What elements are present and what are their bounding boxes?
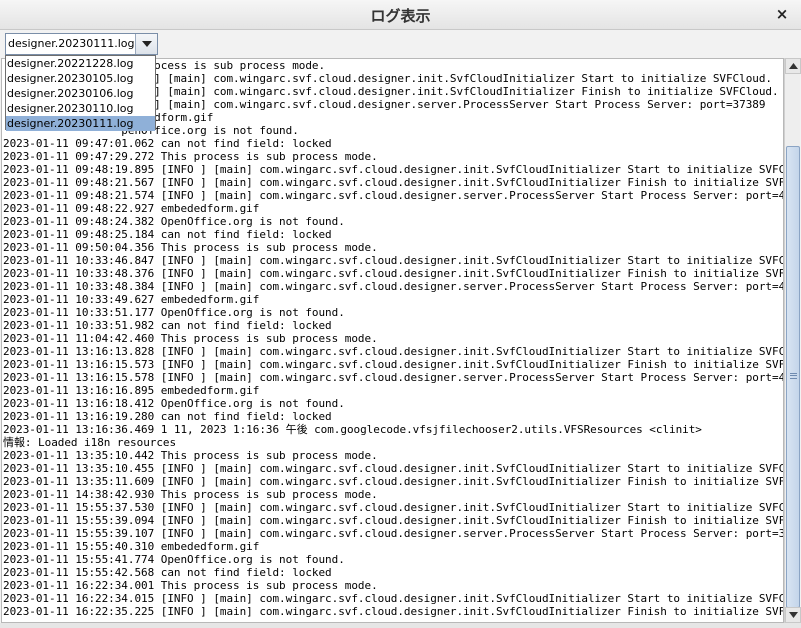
log-line: 2023-01-11 15:55:39.094 [INFO ] [main] c… xyxy=(3,514,784,527)
log-line: 2023-01-11 09:48:21.567 [INFO ] [main] c… xyxy=(3,176,784,189)
log-line: 2023-01-11 13:16:36.469 1 11, 2023 1:16:… xyxy=(3,423,702,436)
close-icon[interactable]: × xyxy=(773,4,791,24)
log-file-option[interactable]: designer.20230105.log xyxy=(6,71,155,86)
vertical-scrollbar[interactable] xyxy=(784,58,801,623)
log-line: 2023-01-11 09:48:24.382 OpenOffice.org i… xyxy=(3,215,345,228)
log-line: 2023-01-11 13:35:10.455 [INFO ] [main] c… xyxy=(3,462,784,475)
log-line: 2023-01-11 13:16:18.412 OpenOffice.org i… xyxy=(3,397,345,410)
log-line: 2023-01-11 10:33:48.376 [INFO ] [main] c… xyxy=(3,267,784,280)
dropdown-arrow-button[interactable] xyxy=(135,34,157,54)
window-titlebar: ログ表示 × xyxy=(0,0,801,30)
scroll-down-button[interactable] xyxy=(785,607,801,623)
toolbar: designer.20230111.log xyxy=(0,30,801,58)
log-file-select[interactable]: designer.20230111.log xyxy=(5,33,158,55)
log-line: 2023-01-11 13:35:11.609 [INFO ] [main] c… xyxy=(3,475,784,488)
log-line: 2023-01-11 16:22:35.225 [INFO ] [main] c… xyxy=(3,605,784,618)
log-line: 2023-01-11 10:33:46.847 [INFO ] [main] c… xyxy=(3,254,784,267)
log-line: 2023-01-11 15:55:39.107 [INFO ] [main] c… xyxy=(3,527,784,540)
log-line: 2023-01-11 13:16:13.828 [INFO ] [main] c… xyxy=(3,345,784,358)
grip-icon xyxy=(790,373,797,379)
chevron-down-icon xyxy=(142,41,152,47)
arrow-up-icon xyxy=(789,63,798,69)
log-line: 2023-01-11 09:47:29.272 This process is … xyxy=(3,150,378,163)
log-line: 2023-01-11 10:33:49.627 embededform.gif xyxy=(3,293,260,306)
log-file-option[interactable]: designer.20230111.log xyxy=(6,116,155,131)
log-line: 情報: Loaded i18n resources xyxy=(3,436,177,449)
log-line: 2023-01-11 13:16:19.280 can not find fie… xyxy=(3,410,332,423)
log-line: 2023-01-11 13:16:15.578 [INFO ] [main] c… xyxy=(3,371,784,384)
log-line: 2023-01-11 14:38:42.930 This process is … xyxy=(3,488,378,501)
window-bottom-edge xyxy=(0,623,801,628)
log-file-select-value: designer.20230111.log xyxy=(8,37,135,50)
log-line: 2023-01-11 10:33:51.177 OpenOffice.org i… xyxy=(3,306,345,319)
log-line: 2023-01-11 09:48:19.895 [INFO ] [main] c… xyxy=(3,163,784,176)
log-file-option[interactable]: designer.20230106.log xyxy=(6,86,155,101)
window-title: ログ表示 xyxy=(370,7,431,25)
log-line: 2023-01-11 15:55:42.568 can not find fie… xyxy=(3,566,332,579)
arrow-down-icon xyxy=(789,612,798,618)
log-line: 2023-01-11 09:48:25.184 can not find fie… xyxy=(3,228,332,241)
log-file-dropdown-list: designer.20221228.log designer.20230105.l… xyxy=(5,55,156,131)
log-file-option[interactable]: designer.20230110.log xyxy=(6,101,155,116)
log-line: 2023-01-11 15:55:41.774 OpenOffice.org i… xyxy=(3,553,345,566)
log-line: 2023-01-11 13:16:16.895 embededform.gif xyxy=(3,384,260,397)
log-file-option[interactable]: designer.20221228.log xyxy=(6,56,155,71)
log-line: 2023-01-11 16:22:34.001 This process is … xyxy=(3,579,378,592)
scroll-thumb[interactable] xyxy=(786,146,800,608)
log-line: 2023-01-11 15:55:40.310 embededform.gif xyxy=(3,540,260,553)
log-line: 2023-01-11 15:55:37.530 [INFO ] [main] c… xyxy=(3,501,784,514)
log-line: 2023-01-11 13:16:15.573 [INFO ] [main] c… xyxy=(3,358,784,371)
log-line: 2023-01-11 11:04:42.460 This process is … xyxy=(3,332,378,345)
scroll-up-button[interactable] xyxy=(785,58,801,74)
log-line: 2023-01-11 10:33:51.982 can not find fie… xyxy=(3,319,332,332)
log-line: 2023-01-11 13:35:10.442 This process is … xyxy=(3,449,378,462)
log-line: 2023-01-11 09:48:21.574 [INFO ] [main] c… xyxy=(3,189,784,202)
log-line: 2023-01-11 09:47:01.062 can not find fie… xyxy=(3,137,332,150)
log-line: 2023-01-11 16:22:34.015 [INFO ] [main] c… xyxy=(3,592,784,605)
log-line: 2023-01-11 10:33:48.384 [INFO ] [main] c… xyxy=(3,280,784,293)
log-line: 2023-01-11 09:48:22.927 embededform.gif xyxy=(3,202,260,215)
log-text-area[interactable]: is process is sub process mode. INFO ] [… xyxy=(1,58,784,623)
log-line: 2023-01-11 09:50:04.356 This process is … xyxy=(3,241,378,254)
